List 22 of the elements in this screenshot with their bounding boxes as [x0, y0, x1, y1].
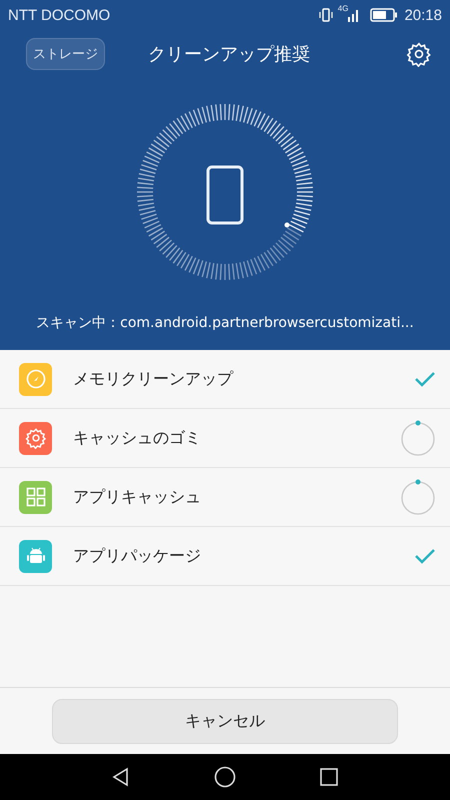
- gear-icon: [24, 427, 46, 449]
- battery-icon: [370, 8, 398, 22]
- robot-icon: [26, 546, 46, 566]
- category-label: アプリキャッシュ: [73, 486, 202, 508]
- gauge-icon: [26, 369, 46, 389]
- grid-icon: [26, 487, 46, 507]
- home-button[interactable]: [214, 766, 236, 788]
- phone-icon: [206, 166, 244, 224]
- storage-button[interactable]: ストレージ: [26, 38, 105, 70]
- carrier-name: NTT DOCOMO: [8, 6, 110, 24]
- network-type: 4G: [338, 4, 348, 13]
- cancel-button[interactable]: キャンセル: [52, 698, 398, 744]
- category-label: メモリクリーンアップ: [73, 368, 234, 390]
- settings-button[interactable]: [406, 41, 432, 67]
- recents-button[interactable]: [318, 767, 339, 787]
- scan-status-text: スキャン中：com.android.partnerbrowsercustomizati...: [35, 314, 415, 333]
- clock-time: 20:18: [404, 6, 442, 24]
- screen-title: クリーンアップ推奨: [148, 43, 310, 66]
- vibrate-icon: [318, 7, 334, 23]
- signal-icon: [348, 8, 360, 22]
- category-label: キャッシュのゴミ: [73, 428, 202, 448]
- category-label: アプリパッケージ: [73, 546, 202, 566]
